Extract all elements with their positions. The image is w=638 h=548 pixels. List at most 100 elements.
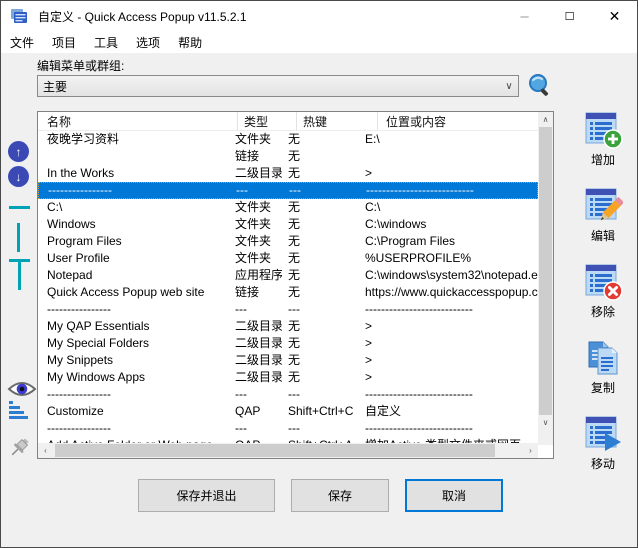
chevron-down-icon: ∨: [500, 81, 518, 92]
table-row[interactable]: My Special Folders二级目录无>: [38, 335, 538, 352]
table-cell: 无: [282, 284, 357, 301]
table-row[interactable]: In the Works二级目录无>: [38, 165, 538, 182]
table-cell: 无: [282, 216, 357, 233]
table-cell: ----------------: [38, 420, 229, 437]
table-cell: 二级目录: [229, 335, 282, 352]
table-cell: >: [357, 369, 538, 386]
table-row-separator[interactable]: ----------------------------------------…: [38, 182, 538, 199]
menu-file[interactable]: 文件: [1, 31, 43, 54]
edit-button[interactable]: 编辑: [573, 187, 633, 245]
copy-item-icon: [583, 339, 623, 377]
table-cell: 二级目录: [229, 165, 282, 182]
table-cell: 二级目录: [229, 318, 282, 335]
table-cell: Program Files: [38, 233, 229, 250]
table-cell: 文件夹: [229, 233, 282, 250]
save-button[interactable]: 保存: [291, 479, 389, 512]
table-row[interactable]: Quick Access Popup web site链接无https://ww…: [38, 284, 538, 301]
table-row[interactable]: My Snippets二级目录无>: [38, 352, 538, 369]
table-row[interactable]: CustomizeQAPShift+Ctrl+C自定义: [38, 403, 538, 420]
menu-help[interactable]: 帮助: [169, 31, 211, 54]
table-cell: Windows: [38, 216, 229, 233]
table-row[interactable]: Notepad应用程序无C:\windows\system32\notepad.…: [38, 267, 538, 284]
table-cell: Quick Access Popup web site: [38, 284, 229, 301]
table-cell: 无: [282, 250, 357, 267]
eye-icon[interactable]: [7, 380, 37, 398]
table-row-separator[interactable]: ----------------------------------------…: [38, 420, 538, 437]
scroll-down-icon[interactable]: ∨: [538, 415, 553, 430]
table-cell: ---: [229, 301, 282, 318]
pin-icon[interactable]: [6, 435, 32, 461]
scroll-up-icon[interactable]: ∧: [538, 112, 553, 127]
edit-menu-label: 编辑菜单或群组:: [37, 57, 124, 74]
table-row[interactable]: C:\文件夹无C:\: [38, 199, 538, 216]
table-cell: >: [357, 165, 538, 182]
table-cell: Notepad: [38, 267, 229, 284]
menu-items[interactable]: 项目: [43, 31, 85, 54]
move-down-icon[interactable]: ↓: [8, 166, 29, 187]
table-row-separator[interactable]: ----------------------------------------…: [38, 301, 538, 318]
copy-button-label: 复制: [591, 379, 615, 396]
menu-options[interactable]: 选项: [127, 31, 169, 54]
move-button[interactable]: 移动: [573, 415, 633, 473]
search-icon[interactable]: [527, 73, 553, 99]
table-cell: ---: [230, 182, 283, 199]
table-row[interactable]: 链接无: [38, 148, 538, 165]
column-header-type[interactable]: 类型: [238, 112, 297, 130]
table-row[interactable]: My QAP Essentials二级目录无>: [38, 318, 538, 335]
edit-button-label: 编辑: [591, 227, 615, 244]
remove-button[interactable]: 移除: [573, 263, 633, 321]
table-cell: 无: [282, 267, 357, 284]
items-table: 名称 类型 热键 位置或内容 夜晚学习资料文件夹无E:\链接无In the Wo…: [37, 111, 554, 459]
move-up-icon[interactable]: ↑: [8, 141, 29, 162]
table-cell: ----------------: [39, 182, 230, 199]
table-cell: https://www.quickaccesspopup.com: [357, 284, 538, 301]
cancel-button[interactable]: 取消: [405, 479, 503, 512]
copy-button[interactable]: 复制: [573, 339, 633, 397]
table-cell: %USERPROFILE%: [357, 250, 538, 267]
menu-select-value: 主要: [38, 78, 500, 95]
table-cell: ---: [283, 182, 358, 199]
horizontal-scroll-thumb[interactable]: [55, 444, 495, 457]
table-cell: ---------------------------: [357, 301, 538, 318]
menu-tools[interactable]: 工具: [85, 31, 127, 54]
table-cell: ---------------------------: [358, 182, 537, 199]
window-title: 自定义 - Quick Access Popup v11.5.2.1: [38, 8, 247, 25]
save-and-exit-button[interactable]: 保存并退出: [138, 479, 275, 512]
separator-line-icon[interactable]: [9, 206, 30, 209]
table-cell: ---: [229, 386, 282, 403]
table-cell: ----------------: [38, 386, 229, 403]
remove-item-icon: [583, 263, 623, 301]
table-row[interactable]: Program Files文件夹无C:\Program Files: [38, 233, 538, 250]
menu-break-icon[interactable]: [9, 259, 30, 290]
scroll-right-icon[interactable]: ›: [523, 443, 538, 458]
minimize-button[interactable]: –: [502, 1, 547, 31]
table-row[interactable]: My Windows Apps二级目录无>: [38, 369, 538, 386]
table-cell: 无: [282, 369, 357, 386]
scroll-left-icon[interactable]: ‹: [38, 443, 53, 458]
table-cell: Shift+Ctrl+C: [282, 403, 357, 420]
vertical-scrollbar[interactable]: ∧ ∨: [538, 112, 553, 430]
table-cell: In the Works: [38, 165, 229, 182]
table-row[interactable]: Windows文件夹无C:\windows: [38, 216, 538, 233]
vertical-scroll-thumb[interactable]: [539, 127, 552, 415]
column-header-name[interactable]: 名称: [38, 112, 238, 130]
add-button[interactable]: 增加: [573, 111, 633, 169]
close-button[interactable]: ✕: [592, 1, 637, 31]
table-row-separator[interactable]: ----------------------------------------…: [38, 386, 538, 403]
column-header-location[interactable]: 位置或内容: [378, 112, 538, 130]
menu-select-dropdown[interactable]: 主要 ∨: [37, 75, 519, 97]
table-row[interactable]: User Profile文件夹无%USERPROFILE%: [38, 250, 538, 267]
table-cell: My QAP Essentials: [38, 318, 229, 335]
table-cell: 无: [282, 131, 357, 148]
column-header-hotkey[interactable]: 热键: [297, 112, 378, 130]
table-header: 名称 类型 热键 位置或内容: [38, 112, 538, 131]
table-cell: 二级目录: [229, 369, 282, 386]
horizontal-scrollbar[interactable]: ‹ ›: [38, 443, 538, 458]
column-break-icon[interactable]: [17, 223, 20, 252]
table-cell: Customize: [38, 403, 229, 420]
maximize-button[interactable]: ☐: [547, 1, 592, 31]
table-cell: C:\Program Files: [357, 233, 538, 250]
table-row[interactable]: 夜晚学习资料文件夹无E:\: [38, 131, 538, 148]
app-logo-icon: [10, 8, 30, 24]
sort-icon[interactable]: [9, 401, 31, 419]
